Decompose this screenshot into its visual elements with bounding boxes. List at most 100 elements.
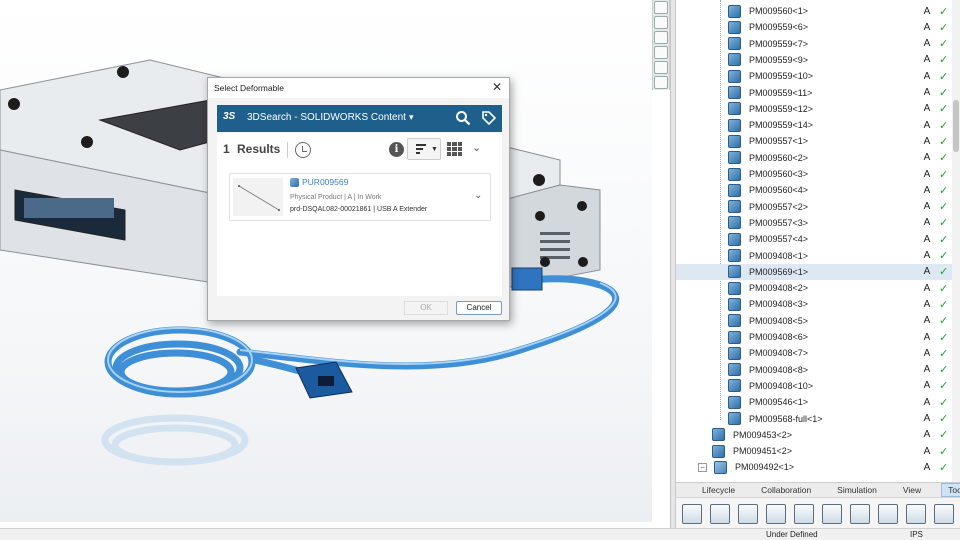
- search-icon[interactable]: [455, 110, 471, 126]
- part-icon: [728, 297, 741, 311]
- tab-view[interactable]: View: [897, 484, 927, 496]
- part-icon: [728, 167, 741, 181]
- tree-row[interactable]: PM009408<6> A ✓: [676, 329, 952, 345]
- toolbar-divider: [287, 142, 288, 158]
- lifecycle-icon[interactable]: [682, 503, 702, 524]
- appearances-icon[interactable]: [654, 46, 668, 59]
- status-check-icon: ✓: [939, 217, 949, 230]
- tree-row[interactable]: PM009560<2> A ✓: [676, 150, 952, 166]
- command-manager-toolbar: [676, 497, 960, 529]
- select-deformable-dialog: Select Deformable ✕ 3S 3DSearch - SOLIDW…: [207, 77, 510, 321]
- sort-button[interactable]: ▼: [407, 138, 441, 160]
- task-pane-tabs: [652, 0, 670, 90]
- tree-row[interactable]: PM009560<1> A ✓: [676, 3, 952, 19]
- tab-tools[interactable]: Tools: [941, 483, 960, 497]
- result-name-link[interactable]: PUR009569: [302, 177, 348, 187]
- export-icon[interactable]: [822, 503, 842, 524]
- tree-row[interactable]: PM009408<10> A ✓: [676, 378, 952, 394]
- revision-label: A: [923, 54, 931, 66]
- revision-label: A: [923, 184, 931, 196]
- tree-row[interactable]: PM009559<12> A ✓: [676, 101, 952, 117]
- tree-row[interactable]: PM009559<9> A ✓: [676, 52, 952, 68]
- file-explorer-icon[interactable]: [654, 16, 668, 29]
- structure-icon[interactable]: [710, 503, 730, 524]
- settings-gear-icon[interactable]: [906, 503, 926, 524]
- revision-label: A: [923, 461, 931, 473]
- tab-collaboration[interactable]: Collaboration: [755, 484, 817, 496]
- status-check-icon: ✓: [939, 380, 949, 393]
- solidworks-resources-icon[interactable]: [654, 76, 668, 89]
- search-result-card[interactable]: PUR009569 Physical Product | A | In Work…: [229, 173, 491, 221]
- revision-icon[interactable]: [794, 503, 814, 524]
- tag-icon[interactable]: [481, 110, 497, 126]
- tree-row[interactable]: PM009559<11> A ✓: [676, 85, 952, 101]
- part-icon: [712, 444, 725, 458]
- history-clock-icon[interactable]: [295, 142, 311, 158]
- results-label: Results: [237, 142, 281, 156]
- tab-simulation[interactable]: Simulation: [831, 484, 883, 496]
- info-icon[interactable]: i: [389, 142, 404, 157]
- tree-item-label: PM009408<6>: [749, 332, 809, 342]
- dialog-titlebar[interactable]: Select Deformable ✕: [208, 78, 509, 98]
- tree-row[interactable]: PM009560<4> A ✓: [676, 182, 952, 198]
- tree-row[interactable]: PM009451<2> A ✓: [676, 443, 952, 459]
- tree-item-label: PM009559<12>: [749, 103, 814, 114]
- revision-label: A: [923, 87, 931, 98]
- part-icon: [728, 37, 741, 51]
- tree-row[interactable]: PM009559<10> A ✓: [676, 68, 952, 84]
- tree-row[interactable]: PM009559<14> A ✓: [676, 117, 952, 133]
- part-icon: [728, 265, 741, 279]
- status-check-icon: ✓: [939, 445, 949, 458]
- ok-button[interactable]: OK: [404, 301, 448, 315]
- collapse-toggle-icon[interactable]: −: [698, 462, 707, 472]
- tree-row[interactable]: − PM009492<1> A ✓: [676, 459, 952, 475]
- grid-view-icon[interactable]: [447, 142, 462, 156]
- tree-row[interactable]: PM009557<4> A ✓: [676, 231, 952, 247]
- revision-label: A: [923, 21, 931, 33]
- tree-scrollbar[interactable]: [952, 0, 960, 484]
- tree-row[interactable]: PM009408<2> A ✓: [676, 280, 952, 296]
- properties-icon[interactable]: [738, 503, 758, 524]
- design-library-icon[interactable]: [654, 1, 668, 14]
- tree-row[interactable]: PM009568-full<1> A ✓: [676, 411, 952, 427]
- part-icon: [728, 412, 741, 425]
- status-check-icon: ✓: [939, 38, 949, 51]
- bom-icon[interactable]: [766, 503, 786, 524]
- view-palette-icon[interactable]: [654, 31, 668, 44]
- tree-row[interactable]: PM009408<5> A ✓: [676, 313, 952, 329]
- tree-row[interactable]: PM009408<7> A ✓: [676, 345, 952, 361]
- cancel-button[interactable]: Cancel: [456, 301, 502, 315]
- publish-icon[interactable]: [878, 503, 898, 524]
- tree-row[interactable]: PM009408<3> A ✓: [676, 296, 952, 312]
- print-icon[interactable]: [850, 503, 870, 524]
- tree-item-label: PM009408<7>: [749, 348, 809, 359]
- app-selector-dropdown[interactable]: 3DSearch - SOLIDWORKS Content ▾: [247, 112, 413, 123]
- units-indicator[interactable]: IPS: [910, 530, 923, 539]
- tree-row[interactable]: PM009546<1> A ✓: [676, 394, 952, 410]
- tree-row[interactable]: PM009557<2> A ✓: [676, 199, 952, 215]
- tree-row[interactable]: PM009557<3> A ✓: [676, 215, 952, 231]
- tree-row[interactable]: PM009569<1> A ✓: [676, 263, 952, 280]
- tree-item-label: PM009408<3>: [749, 299, 809, 310]
- chevron-down-icon[interactable]: ⌄: [472, 141, 486, 155]
- status-check-icon: ✓: [939, 70, 949, 83]
- part-icon: [728, 346, 741, 360]
- sort-icon: [416, 144, 426, 155]
- custom-properties-icon[interactable]: [654, 61, 668, 74]
- table-settings-icon[interactable]: [934, 503, 954, 524]
- tree-row[interactable]: PM009559<7> A ✓: [676, 36, 952, 52]
- status-check-icon: ✓: [939, 461, 949, 474]
- chevron-down-icon[interactable]: ⌄: [474, 190, 486, 202]
- tree-scrollbar-thumb[interactable]: [953, 100, 959, 152]
- status-check-icon: ✓: [939, 396, 949, 409]
- tree-item-label: PM009557<1>: [749, 136, 809, 147]
- tab-lifecycle[interactable]: Lifecycle: [696, 484, 741, 496]
- tree-row[interactable]: PM009453<2> A ✓: [676, 427, 952, 443]
- tree-row[interactable]: PM009560<3> A ✓: [676, 166, 952, 182]
- revision-label: A: [923, 168, 931, 180]
- tree-row[interactable]: PM009408<8> A ✓: [676, 362, 952, 378]
- tree-row[interactable]: PM009557<1> A ✓: [676, 133, 952, 149]
- tree-row[interactable]: PM009408<1> A ✓: [676, 248, 952, 264]
- tree-row[interactable]: PM009559<6> A ✓: [676, 19, 952, 35]
- close-icon[interactable]: ✕: [490, 80, 504, 94]
